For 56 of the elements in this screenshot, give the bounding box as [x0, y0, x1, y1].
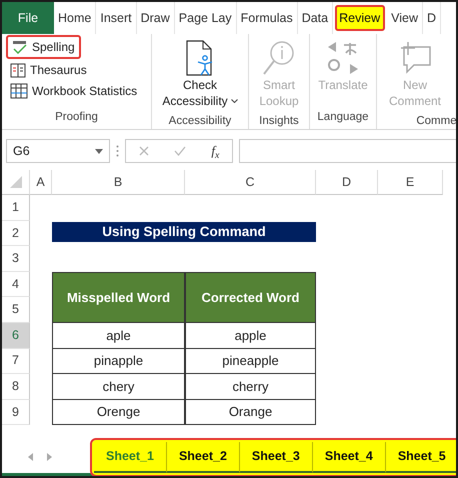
- row-header[interactable]: 9: [2, 400, 30, 426]
- group-label: Insights: [258, 114, 300, 130]
- sheet-tab[interactable]: Sheet_4: [312, 442, 386, 473]
- magnifier-info-icon: [262, 40, 296, 76]
- speech-bubble-plus-icon: [398, 41, 432, 75]
- formula-input[interactable]: [239, 139, 456, 163]
- table-grid-icon: [10, 83, 28, 99]
- book-icon: [10, 62, 26, 78]
- column-header[interactable]: D: [316, 170, 378, 195]
- translate-icon: [326, 41, 360, 75]
- sheet-tab[interactable]: Sheet_3: [240, 442, 313, 473]
- ribbon-tab[interactable]: Review: [335, 5, 386, 31]
- column-heading: Misspelled Word: [52, 272, 185, 323]
- vertical-dots-icon: [116, 145, 119, 157]
- insert-function-button[interactable]: f$_{x}$: [211, 141, 220, 161]
- column-header[interactable]: B: [52, 170, 185, 195]
- table-cell: chery: [52, 374, 185, 400]
- row-header[interactable]: 3: [2, 246, 30, 272]
- table-cell: Orenge: [52, 400, 185, 426]
- table-title: Using Spelling Command: [52, 222, 316, 242]
- table-cell: aple: [52, 322, 185, 349]
- table-cell: pinapple: [52, 348, 185, 374]
- ribbon-command[interactable]: Spelling: [6, 35, 81, 59]
- checkmark-icon: [174, 146, 186, 156]
- row-header[interactable]: 2: [2, 220, 30, 246]
- table-cell: apple: [185, 322, 316, 349]
- row-header[interactable]: 8: [2, 374, 30, 400]
- spelling-check-icon: [12, 40, 28, 54]
- column-header[interactable]: A: [30, 170, 52, 195]
- right-arrow-icon: [47, 453, 52, 462]
- sheet-tab[interactable]: Sheet_2: [166, 442, 240, 473]
- row-header[interactable]: 7: [2, 348, 30, 374]
- select-all-corner-icon: [10, 176, 22, 188]
- table-cell: Orange: [185, 400, 316, 426]
- name-box[interactable]: G6: [6, 139, 110, 163]
- ribbon-tab[interactable]: File: [2, 2, 54, 34]
- document-person-icon: [184, 40, 215, 76]
- column-heading: Corrected Word: [185, 272, 316, 323]
- row-header[interactable]: 4: [2, 272, 30, 298]
- column-header[interactable]: C: [185, 170, 316, 195]
- row-header[interactable]: 1: [2, 195, 30, 221]
- ribbon-command[interactable]: Workbook Statistics: [6, 81, 142, 101]
- sheet-tab[interactable]: Sheet_1: [94, 442, 167, 473]
- ribbon-command[interactable]: Thesaurus: [6, 60, 91, 80]
- left-arrow-icon: [28, 453, 33, 462]
- column-header[interactable]: E: [378, 170, 443, 195]
- group-label: Comme: [415, 114, 456, 130]
- ribbon-command[interactable]: Check Accessibility: [160, 36, 240, 112]
- table-cell: pineapple: [185, 348, 316, 374]
- dropdown-caret-icon: [95, 148, 103, 154]
- group-label: Language: [316, 110, 370, 125]
- row-header[interactable]: 6: [2, 322, 30, 349]
- group-label: Accessibility: [168, 114, 232, 130]
- group-label: Proofing: [54, 110, 99, 125]
- close-icon: [138, 146, 149, 156]
- table-cell: cherry: [185, 374, 316, 400]
